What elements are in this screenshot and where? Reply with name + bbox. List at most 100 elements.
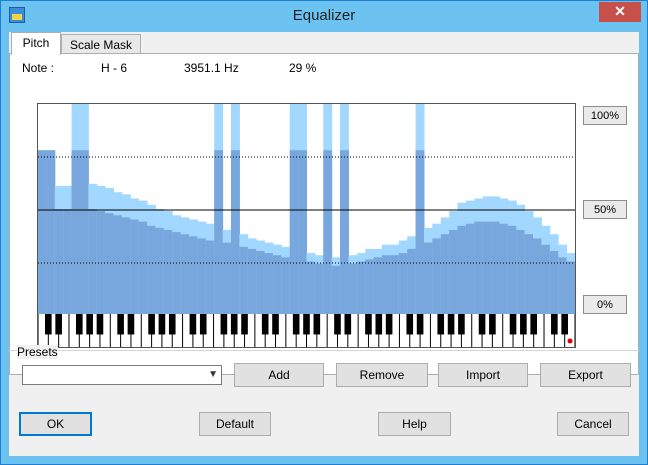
help-button[interactable]: Help bbox=[378, 412, 451, 436]
black-key bbox=[158, 314, 166, 335]
eq-band-lower bbox=[348, 263, 358, 314]
black-key bbox=[416, 314, 424, 335]
eq-band-lower bbox=[390, 255, 400, 314]
eq-graph[interactable] bbox=[37, 103, 576, 348]
eq-band-lower bbox=[482, 221, 492, 314]
eq-band-lower bbox=[491, 221, 500, 314]
black-key bbox=[117, 314, 124, 335]
black-key bbox=[489, 314, 496, 335]
chevron-down-icon[interactable]: ▼ bbox=[208, 369, 218, 380]
eq-band-lower bbox=[407, 248, 417, 314]
eq-band-lower bbox=[474, 221, 484, 314]
close-button[interactable]: ✕ bbox=[599, 2, 641, 22]
eq-band-lower bbox=[373, 257, 383, 314]
black-key bbox=[189, 314, 197, 335]
black-key bbox=[230, 314, 238, 335]
default-button[interactable]: Default bbox=[199, 412, 271, 436]
frequency-value: 3951.1 Hz bbox=[184, 61, 239, 75]
eq-band-lower bbox=[222, 242, 232, 314]
eq-band-lower bbox=[331, 265, 341, 314]
eq-band-lower bbox=[440, 234, 450, 314]
ok-button[interactable]: OK bbox=[19, 412, 92, 436]
black-key bbox=[96, 314, 104, 335]
eq-band-lower bbox=[121, 217, 131, 314]
eq-band-lower bbox=[38, 150, 47, 314]
eq-band-lower bbox=[46, 150, 56, 314]
eq-band-lower bbox=[63, 209, 73, 314]
black-key bbox=[261, 314, 269, 335]
eq-band-lower bbox=[180, 234, 190, 314]
eq-band-lower bbox=[214, 150, 224, 314]
selected-note-marker bbox=[567, 338, 573, 344]
eq-bars[interactable] bbox=[38, 104, 575, 347]
eq-band-lower bbox=[449, 230, 459, 314]
eq-band-lower bbox=[54, 209, 64, 314]
eq-band-lower bbox=[163, 230, 173, 314]
eq-band-lower bbox=[289, 150, 299, 314]
eq-band-lower bbox=[533, 238, 542, 314]
tab-pitch[interactable]: Pitch bbox=[11, 32, 61, 55]
black-key bbox=[458, 314, 465, 335]
eq-band-lower bbox=[507, 225, 517, 314]
eq-band-lower bbox=[189, 236, 198, 314]
eq-band-lower bbox=[524, 234, 534, 314]
export-preset-button[interactable]: Export bbox=[540, 363, 631, 387]
add-preset-button[interactable]: Add bbox=[234, 363, 324, 387]
presets-dropdown[interactable]: ▼ bbox=[22, 365, 222, 385]
eq-band-lower bbox=[382, 255, 391, 314]
remove-preset-button[interactable]: Remove bbox=[336, 363, 428, 387]
black-key bbox=[561, 314, 568, 335]
eq-band-lower bbox=[415, 150, 425, 314]
note-value: H - 6 bbox=[101, 61, 128, 75]
eq-band-lower bbox=[272, 255, 282, 314]
black-key bbox=[530, 314, 537, 335]
eq-band-lower bbox=[205, 240, 215, 314]
percent-value: 29 % bbox=[289, 61, 317, 75]
eq-band-lower bbox=[197, 238, 207, 314]
black-key bbox=[375, 314, 383, 335]
black-key bbox=[334, 314, 341, 335]
scale-0-button[interactable]: 0% bbox=[583, 295, 627, 314]
window-title: Equalizer bbox=[292, 7, 356, 24]
eq-band-lower bbox=[88, 209, 98, 314]
scale-50-button[interactable]: 50% bbox=[583, 200, 627, 219]
black-key bbox=[344, 314, 352, 335]
scale-100-button[interactable]: 100% bbox=[583, 106, 627, 125]
black-key bbox=[292, 314, 300, 335]
title-bar[interactable]: Equalizer ✕ bbox=[1, 1, 647, 31]
cancel-button[interactable]: Cancel bbox=[557, 412, 629, 436]
eq-band-lower bbox=[566, 261, 575, 314]
eq-band-lower bbox=[340, 150, 349, 314]
black-key bbox=[220, 314, 228, 335]
eq-band-lower bbox=[298, 150, 307, 314]
black-key bbox=[55, 314, 62, 335]
import-preset-button[interactable]: Import bbox=[438, 363, 528, 387]
eq-band-lower bbox=[306, 261, 316, 314]
black-key bbox=[148, 314, 155, 335]
black-key bbox=[76, 314, 83, 335]
eq-band-lower bbox=[79, 150, 89, 314]
black-key bbox=[199, 314, 207, 335]
eq-band-lower bbox=[558, 257, 568, 314]
black-key bbox=[447, 314, 455, 335]
eq-band-lower bbox=[499, 223, 509, 314]
black-key bbox=[127, 314, 135, 335]
eq-band-lower bbox=[541, 244, 551, 314]
black-key bbox=[520, 314, 527, 335]
eq-band-lower bbox=[147, 225, 156, 314]
eq-band-lower bbox=[264, 253, 274, 314]
presets-label: Presets bbox=[17, 345, 58, 359]
black-key bbox=[272, 314, 279, 335]
black-key bbox=[86, 314, 93, 335]
eq-band-lower bbox=[423, 242, 433, 314]
eq-band-lower bbox=[281, 257, 291, 314]
eq-band-lower bbox=[314, 263, 324, 314]
eq-band-lower bbox=[398, 253, 408, 314]
black-key bbox=[241, 314, 248, 335]
eq-band-lower bbox=[230, 150, 240, 314]
eq-band-lower bbox=[323, 150, 333, 314]
tab-scale-mask[interactable]: Scale Mask bbox=[61, 34, 141, 54]
black-key bbox=[303, 314, 310, 335]
eq-band-lower bbox=[71, 150, 81, 314]
eq-band-lower bbox=[256, 251, 266, 314]
